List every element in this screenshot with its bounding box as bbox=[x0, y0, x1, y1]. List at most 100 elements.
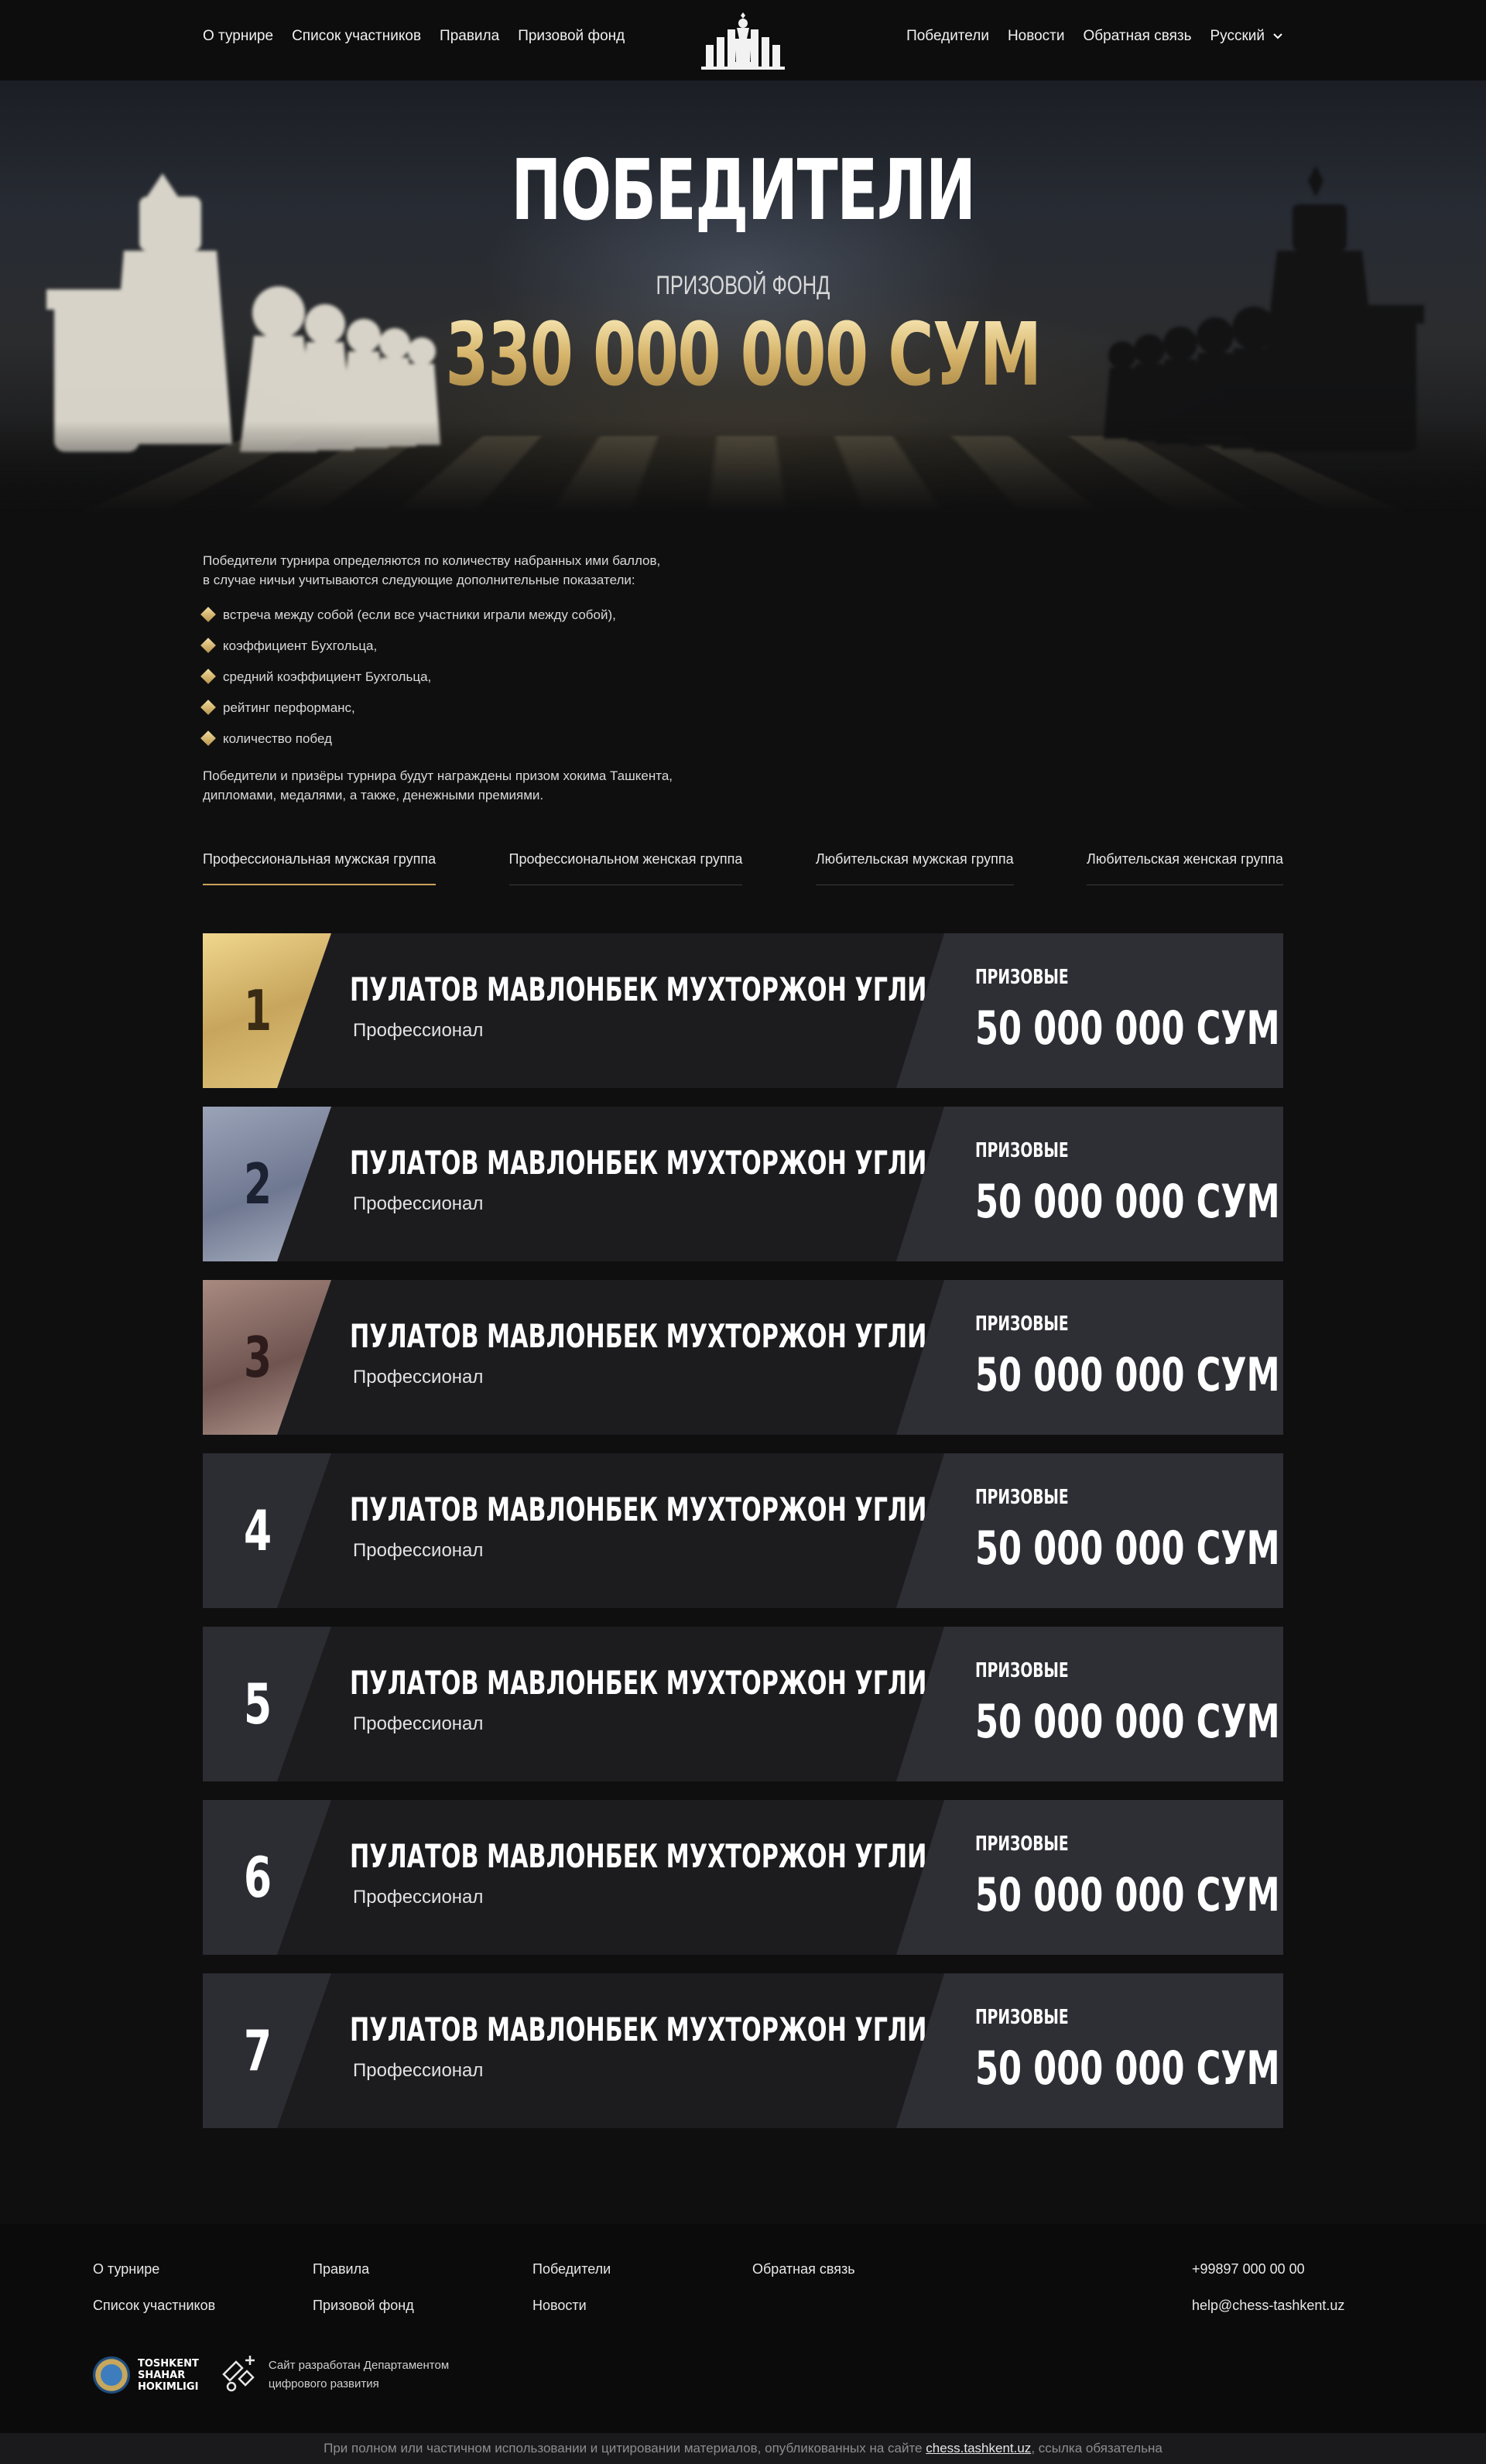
prize-fund-label: ПРИЗОВОЙ ФОНД bbox=[656, 271, 830, 300]
copyright-link[interactable]: chess.tashkent.uz bbox=[926, 2441, 1031, 2455]
criterion-text: рейтинг перформанс, bbox=[223, 700, 355, 715]
footer-link-feedback[interactable]: Обратная связь bbox=[752, 2261, 855, 2277]
prize-value: 50 000 000 СУМ bbox=[975, 2041, 1280, 2096]
winner-status: Профессионал bbox=[353, 1020, 484, 1041]
winner-name: ПУЛАТОВ МАВЛОНБЕК МУХТОРЖОН УГЛИ bbox=[350, 1664, 927, 1702]
prize-value: 50 000 000 СУМ bbox=[975, 1175, 1280, 1229]
nav-feedback[interactable]: Обратная связь bbox=[1084, 28, 1192, 45]
outro-line-2: дипломами, медалями, а также, денежными … bbox=[203, 788, 544, 803]
nav-left: О турнире Список участников Правила Приз… bbox=[203, 28, 625, 45]
rank-number: 2 bbox=[244, 1152, 272, 1217]
criterion-text: коэффициент Бухгольца, bbox=[223, 638, 378, 653]
prize-label: ПРИЗОВЫЕ bbox=[975, 1139, 1069, 1162]
rank-number: 7 bbox=[244, 2018, 272, 2083]
footer-col-1: О турнире Список участников bbox=[93, 2261, 215, 2314]
list-item: коэффициент Бухгольца, bbox=[200, 630, 1283, 661]
list-item: рейтинг перформанс, bbox=[200, 692, 1283, 723]
nav-about[interactable]: О турнире bbox=[203, 28, 273, 45]
rank-number: 4 bbox=[244, 1498, 272, 1563]
prize-box: ПРИЗОВЫЕ 50 000 000 СУМ bbox=[896, 1800, 1283, 1955]
rank-badge: 3 bbox=[203, 1280, 331, 1435]
prize-fund-amount: 330 000 000 СУМ bbox=[208, 305, 1278, 406]
nav-winners[interactable]: Победители bbox=[906, 28, 989, 45]
tab-amateur-women[interactable]: Любительская женская группа bbox=[1087, 851, 1283, 885]
prize-box: ПРИЗОВЫЕ 50 000 000 СУМ bbox=[896, 1973, 1283, 2128]
footer-email[interactable]: help@chess-tashkent.uz bbox=[1192, 2298, 1344, 2314]
footer-link-participants[interactable]: Список участников bbox=[93, 2298, 215, 2314]
diamond-bullet-icon bbox=[200, 669, 216, 684]
nav-prize-fund[interactable]: Призовой фонд bbox=[518, 28, 625, 45]
nav-news[interactable]: Новости bbox=[1008, 28, 1065, 45]
winner-status: Профессионал bbox=[353, 1193, 484, 1214]
prize-label: ПРИЗОВЫЕ bbox=[975, 1659, 1069, 1682]
winner-name: ПУЛАТОВ МАВЛОНБЕК МУХТОРЖОН УГЛИ bbox=[350, 2011, 927, 2048]
winner-card: 6 ПУЛАТОВ МАВЛОНБЕК МУХТОРЖОН УГЛИ Профе… bbox=[203, 1800, 1283, 1955]
prize-label: ПРИЗОВЫЕ bbox=[975, 1312, 1069, 1336]
winner-name: ПУЛАТОВ МАВЛОНБЕК МУХТОРЖОН УГЛИ bbox=[350, 1317, 927, 1355]
intro-line-1: Победители турнира определяются по колич… bbox=[203, 553, 661, 568]
language-label: Русский bbox=[1210, 28, 1265, 44]
winner-status: Профессионал bbox=[353, 1887, 484, 1908]
footer-col-2: Правила Призовой фонд bbox=[313, 2261, 414, 2314]
list-item: количество побед bbox=[200, 723, 1283, 754]
list-item: встреча между собой (если все участники … bbox=[200, 599, 1283, 630]
hero-fade bbox=[0, 421, 1486, 514]
footer-link-news[interactable]: Новости bbox=[532, 2298, 611, 2314]
rank-badge: 4 bbox=[203, 1453, 331, 1608]
prize-label: ПРИЗОВЫЕ bbox=[975, 966, 1069, 989]
winner-name: ПУЛАТОВ МАВЛОНБЕК МУХТОРЖОН УГЛИ bbox=[350, 1490, 927, 1528]
rank-number: 1 bbox=[244, 978, 272, 1043]
copyright-bar: При полном или частичном использовании и… bbox=[0, 2433, 1486, 2464]
prize-box: ПРИЗОВЫЕ 50 000 000 СУМ bbox=[896, 1280, 1283, 1435]
hokim-logo-line: SHAHAR bbox=[138, 2369, 186, 2381]
group-tabs: Профессиональная мужская группа Професси… bbox=[203, 851, 1283, 885]
prize-box: ПРИЗОВЫЕ 50 000 000 СУМ bbox=[896, 1107, 1283, 1261]
hokimiyat-logo[interactable]: TOSHKENT SHAHAR HOKIMLIGI bbox=[93, 2356, 199, 2394]
criterion-text: встреча между собой (если все участники … bbox=[223, 607, 616, 622]
winner-card: 1 ПУЛАТОВ МАВЛОНБЕК МУХТОРЖОН УГЛИ Профе… bbox=[203, 933, 1283, 1088]
winner-name: ПУЛАТОВ МАВЛОНБЕК МУХТОРЖОН УГЛИ bbox=[350, 1837, 927, 1875]
prize-value: 50 000 000 СУМ bbox=[975, 1001, 1280, 1056]
rank-number: 5 bbox=[244, 1672, 272, 1737]
prize-label: ПРИЗОВЫЕ bbox=[975, 1833, 1069, 1856]
list-item: средний коэффициент Бухгольца, bbox=[200, 661, 1283, 692]
site-footer: О турнире Список участников Правила Приз… bbox=[0, 2224, 1486, 2433]
tashkent-emblem-icon bbox=[93, 2356, 130, 2394]
tab-amateur-men[interactable]: Любительская мужская группа bbox=[815, 851, 1014, 885]
winner-card: 2 ПУЛАТОВ МАВЛОНБЕК МУХТОРЖОН УГЛИ Профе… bbox=[203, 1107, 1283, 1261]
hokim-logo-line: HOKIMLIGI bbox=[138, 2380, 199, 2393]
footer-link-rules[interactable]: Правила bbox=[313, 2261, 414, 2277]
winner-card: 3 ПУЛАТОВ МАВЛОНБЕК МУХТОРЖОН УГЛИ Профе… bbox=[203, 1280, 1283, 1435]
rank-badge: 7 bbox=[203, 1973, 331, 2128]
footer-link-prize-fund[interactable]: Призовой фонд bbox=[313, 2298, 414, 2314]
copyright-text-after: , ссылка обязательна bbox=[1031, 2441, 1162, 2455]
winner-name: ПУЛАТОВ МАВЛОНБЕК МУХТОРЖОН УГЛИ bbox=[350, 970, 927, 1008]
footer-link-about[interactable]: О турнире bbox=[93, 2261, 215, 2277]
diamond-bullet-icon bbox=[200, 638, 216, 653]
footer-link-winners[interactable]: Победители bbox=[532, 2261, 611, 2277]
hokim-logo-line: TOSHKENT bbox=[138, 2357, 199, 2370]
nav-rules[interactable]: Правила bbox=[440, 28, 499, 45]
developer-credit[interactable]: Сайт разработан Департаментом цифрового … bbox=[217, 2356, 449, 2394]
footer-phone[interactable]: +99897 000 00 00 bbox=[1192, 2261, 1344, 2277]
tab-pro-men[interactable]: Профессиональная мужская группа bbox=[203, 851, 437, 885]
digital-development-icon bbox=[222, 2356, 255, 2392]
prize-value: 50 000 000 СУМ bbox=[975, 1868, 1280, 1922]
tab-pro-women[interactable]: Профессиональном женская группа bbox=[508, 851, 743, 885]
footer-col-3: Победители Новости bbox=[532, 2261, 611, 2314]
tiebreak-criteria-list: встреча между собой (если все участники … bbox=[200, 599, 1283, 754]
winner-card: 5 ПУЛАТОВ МАВЛОНБЕК МУХТОРЖОН УГЛИ Профе… bbox=[203, 1627, 1283, 1781]
rank-badge: 2 bbox=[203, 1107, 331, 1261]
rank-number: 3 bbox=[244, 1325, 272, 1390]
language-select[interactable]: Русский bbox=[1210, 28, 1284, 45]
winner-status: Профессионал bbox=[353, 1713, 484, 1734]
hero-banner: ПОБЕДИТЕЛИ ПРИЗОВОЙ ФОНД 330 000 000 СУМ bbox=[0, 80, 1486, 514]
prize-box: ПРИЗОВЫЕ 50 000 000 СУМ bbox=[896, 1453, 1283, 1608]
prize-box: ПРИЗОВЫЕ 50 000 000 СУМ bbox=[896, 1627, 1283, 1781]
nav-participants[interactable]: Список участников bbox=[292, 28, 421, 45]
diamond-bullet-icon bbox=[200, 607, 216, 622]
copyright-text-before: При полном или частичном использовании и… bbox=[324, 2441, 926, 2455]
site-header: О турнире Список участников Правила Приз… bbox=[0, 0, 1486, 80]
chess-logo-icon[interactable] bbox=[701, 11, 785, 70]
prize-label: ПРИЗОВЫЕ bbox=[975, 2006, 1069, 2029]
